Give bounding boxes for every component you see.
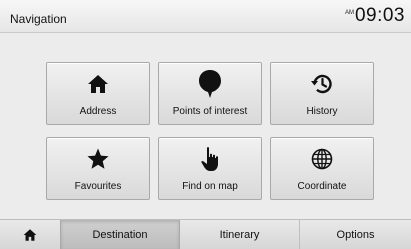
tab-options-label: Options bbox=[336, 228, 375, 241]
navigation-screen: Navigation AM 09:03 Address Points of in… bbox=[0, 0, 411, 249]
favourites-label: Favourites bbox=[74, 181, 122, 192]
pointing-hand-icon bbox=[159, 147, 261, 171]
tab-itinerary-label: Itinerary bbox=[219, 228, 260, 241]
tab-destination-label: Destination bbox=[92, 228, 148, 241]
tab-itinerary[interactable]: Itinerary bbox=[180, 220, 300, 249]
clock-time: 09:03 bbox=[354, 5, 405, 26]
globe-icon bbox=[271, 147, 373, 171]
find-on-map-label: Find on map bbox=[182, 181, 238, 192]
find-on-map-button[interactable]: Find on map bbox=[158, 137, 262, 200]
clock-ampm: AM bbox=[344, 10, 354, 16]
history-icon bbox=[271, 72, 373, 96]
tab-options[interactable]: Options bbox=[300, 220, 411, 249]
coordinate-label: Coordinate bbox=[297, 181, 347, 192]
points-of-interest-button[interactable]: Points of interest bbox=[158, 62, 262, 125]
map-pin-icon bbox=[159, 70, 261, 98]
page-title: Navigation bbox=[10, 12, 67, 26]
points-of-interest-label: Points of interest bbox=[172, 106, 248, 117]
coordinate-button[interactable]: Coordinate bbox=[270, 137, 374, 200]
history-button[interactable]: History bbox=[270, 62, 374, 125]
bottom-tab-bar: Destination Itinerary Options bbox=[0, 219, 411, 249]
clock: AM 09:03 bbox=[345, 5, 405, 27]
history-label: History bbox=[306, 106, 338, 117]
star-icon bbox=[47, 147, 149, 171]
favourites-button[interactable]: Favourites bbox=[46, 137, 150, 200]
tab-destination[interactable]: Destination bbox=[60, 220, 180, 249]
header-bar: Navigation AM 09:03 bbox=[0, 0, 411, 33]
address-button[interactable]: Address bbox=[46, 62, 150, 125]
address-label: Address bbox=[79, 106, 117, 117]
home-icon bbox=[47, 72, 149, 96]
tab-home[interactable] bbox=[0, 220, 60, 249]
home-icon bbox=[23, 228, 37, 241]
